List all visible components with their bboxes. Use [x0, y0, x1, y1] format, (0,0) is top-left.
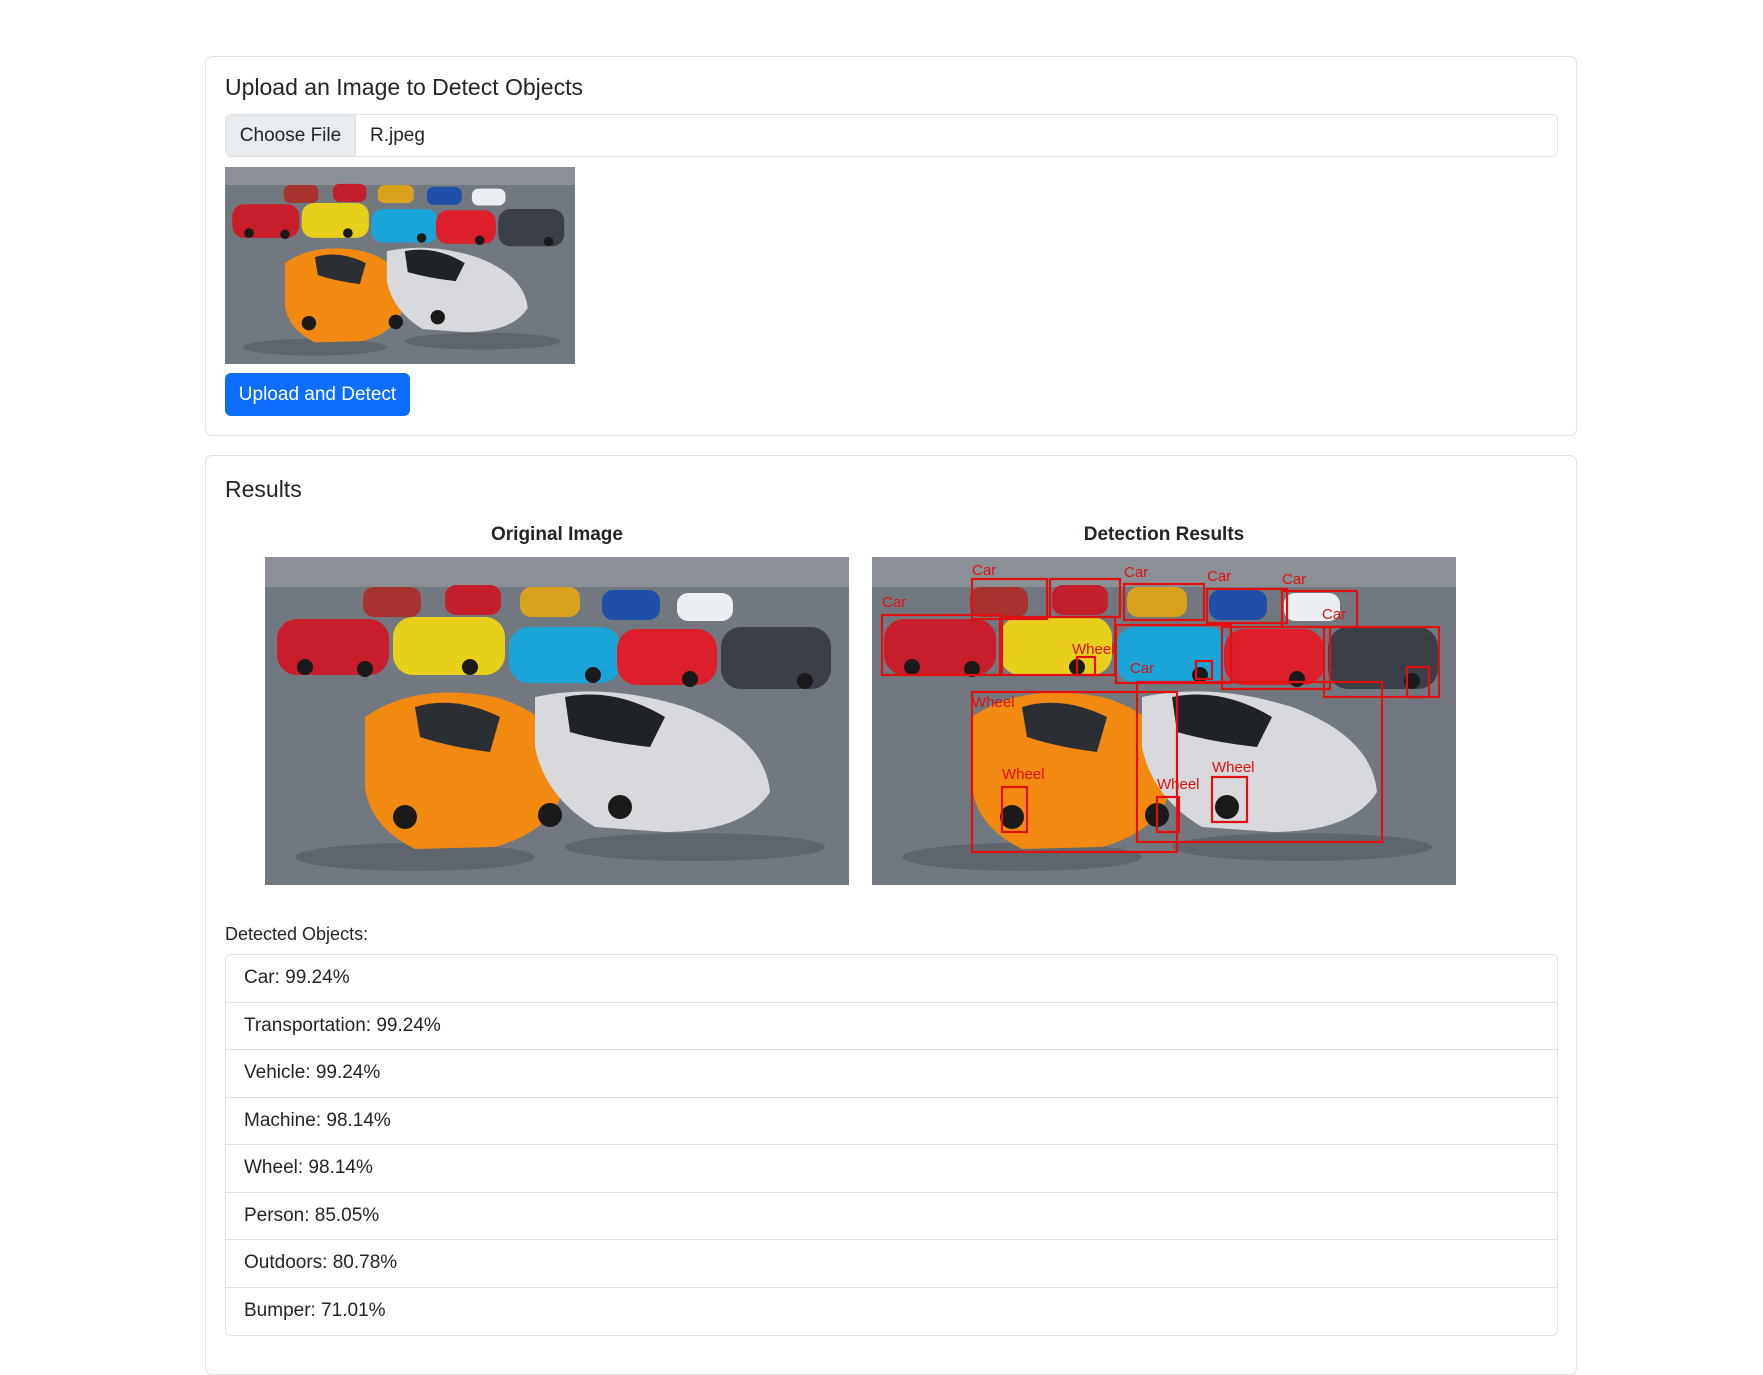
choose-file-button[interactable]: Choose File: [226, 115, 356, 156]
upload-card: Upload an Image to Detect Objects Choose…: [205, 56, 1577, 436]
detection-label: Car: [1124, 564, 1148, 581]
detection-label: Car: [1130, 660, 1154, 677]
list-item: Car: 99.24%: [226, 955, 1557, 1003]
original-image: [265, 557, 849, 885]
detection-label: Car: [1322, 606, 1346, 623]
detection-results-image: Car Car Car Car Car Car Car Wheel Wheel …: [872, 557, 1456, 885]
detection-label: Car: [972, 562, 996, 579]
detection-results-caption: Detection Results: [1083, 524, 1245, 545]
list-item: Vehicle: 99.24%: [226, 1050, 1557, 1098]
results-title: Results: [225, 476, 302, 502]
preview-image: [225, 167, 575, 364]
list-item: Wheel: 98.14%: [226, 1145, 1557, 1193]
upload-and-detect-button[interactable]: Upload and Detect: [225, 373, 410, 416]
detected-objects-label: Detected Objects:: [225, 924, 369, 944]
selected-file-name: R.jpeg: [370, 124, 425, 146]
original-image-caption: Original Image: [491, 524, 623, 545]
list-item: Outdoors: 80.78%: [226, 1240, 1557, 1288]
results-card: Results Original Image Detection Results: [205, 455, 1577, 1375]
detection-label: Car: [1207, 568, 1231, 585]
detection-label: Wheel: [1072, 641, 1115, 658]
list-item: Transportation: 99.24%: [226, 1003, 1557, 1050]
list-item: Person: 85.05%: [226, 1193, 1557, 1240]
detected-objects-list: Car: 99.24% Transportation: 99.24% Vehic…: [225, 954, 1558, 1336]
file-input[interactable]: Choose File R.jpeg: [225, 114, 1558, 157]
list-item: Bumper: 71.01%: [244, 1300, 386, 1322]
list-item: Machine: 98.14%: [226, 1098, 1557, 1145]
detection-label: Wheel: [1002, 766, 1045, 783]
upload-title: Upload an Image to Detect Objects: [225, 74, 583, 100]
detection-label: Car: [1282, 571, 1306, 588]
detection-label: Wheel: [1157, 776, 1200, 793]
detection-label: Car: [882, 594, 906, 611]
detection-label: Wheel: [972, 694, 1015, 711]
detection-label: Wheel: [1212, 759, 1255, 776]
